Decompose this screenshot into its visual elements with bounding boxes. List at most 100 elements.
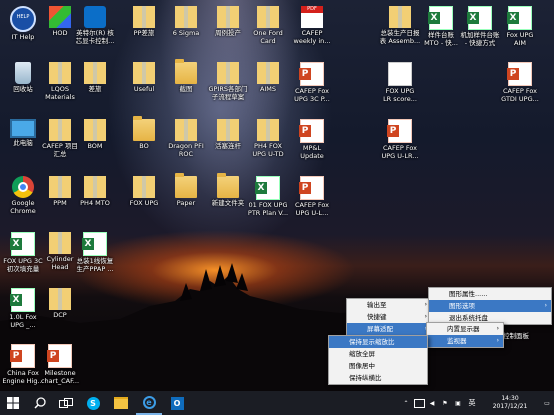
- desktop-icon-label: CAFEP Fox GTDI UPG...: [501, 87, 539, 103]
- folder-icon: [84, 62, 106, 84]
- folder-icon: [175, 59, 197, 84]
- menu-item-graphics-options[interactable]: 图形选项 ›: [429, 300, 551, 312]
- notification-center-button[interactable]: ▭: [540, 391, 554, 415]
- desktop-icon-label: CAFEP Fox UPG U-L...: [295, 201, 329, 217]
- flag-button[interactable]: ⚑: [439, 391, 451, 415]
- chevron-up-icon: ⌃: [403, 399, 409, 407]
- folder-icon: [257, 62, 279, 84]
- folder-icon: [84, 176, 106, 198]
- desktop-icon-label: Fox UPG AIM: [506, 31, 534, 47]
- menu-item-output[interactable]: 输出至 ›: [347, 299, 431, 311]
- display-submenu: 内置显示器 › 监视器 ›: [426, 322, 504, 348]
- excel-file-icon: [467, 6, 492, 30]
- desktop-icon[interactable]: BOM: [68, 115, 122, 171]
- menu-item-fullscreen[interactable]: 缩放全屏: [329, 348, 427, 360]
- recycle-bin-icon: [15, 62, 31, 84]
- menu-item-graphics-properties[interactable]: 图形属性......: [429, 288, 551, 300]
- chevron-right-icon: ›: [496, 337, 499, 344]
- desktop-icon-label: CAFEP Fox UPG U-LR...: [381, 144, 419, 160]
- flag-icon: ⚑: [442, 399, 448, 407]
- desktop-icon[interactable]: CAFEP Fox UPG U-L...: [285, 172, 339, 228]
- xml-file-icon: [388, 62, 412, 86]
- menu-item-monitor[interactable]: 监视器 ›: [427, 335, 503, 347]
- powerpoint-file-icon: [387, 119, 412, 143]
- desktop-icon[interactable]: CAFEP Fox UPG U-LR...: [373, 115, 427, 171]
- tray-overflow-button[interactable]: ⌃: [400, 391, 412, 415]
- start-button[interactable]: [0, 391, 26, 415]
- menu-item-hotkeys[interactable]: 快捷键 ›: [347, 311, 431, 323]
- folder-icon: [217, 6, 239, 28]
- desktop-icon-label: DCP: [53, 311, 67, 319]
- input-method-indicator[interactable]: 英: [466, 391, 478, 415]
- windows-logo-icon: [7, 397, 19, 409]
- search-button[interactable]: [28, 391, 52, 415]
- desktop-icon-label: MP&L Update: [300, 144, 324, 160]
- desktop-icon-label: BOM: [87, 142, 103, 150]
- menu-item-builtin-display[interactable]: 内置显示器 ›: [427, 323, 503, 335]
- chevron-right-icon: ›: [496, 325, 499, 332]
- folder-icon: [84, 119, 106, 141]
- desktop-icon[interactable]: Fox UPG AIM: [493, 2, 547, 58]
- powerpoint-file-icon: [299, 176, 324, 200]
- network-icon: [413, 398, 425, 408]
- folder-icon: [175, 6, 197, 28]
- folder-icon: [257, 119, 279, 141]
- menu-item-keep-scaling[interactable]: ✔ 保持显示缩放比: [329, 336, 427, 348]
- desktop-icon-label: CAFEP weekly in...: [293, 29, 331, 45]
- folder-icon: [389, 6, 411, 28]
- taskbar-app-explorer[interactable]: [108, 391, 134, 415]
- desktop-icon[interactable]: Milestone chart_CAF...: [33, 340, 87, 391]
- desktop-icon[interactable]: FOX UPG LR score...: [373, 58, 427, 114]
- excel-file-icon: [82, 232, 107, 256]
- folder-icon: [133, 176, 155, 198]
- graphics-submenu: 图形属性...... 图形选项 › 退出系统托盘: [428, 287, 552, 325]
- powerpoint-file-icon: [299, 119, 324, 143]
- desktop: IT HelpHOD英特尔(R) 核 芯显卡控制...PP差旅6 Sigma周例…: [0, 0, 554, 391]
- search-icon: [34, 397, 46, 409]
- skype-icon: S: [86, 396, 100, 410]
- monitor-submenu: ✔ 保持显示缩放比 缩放全屏 图像居中 保持纵横比: [328, 335, 428, 385]
- powerpoint-file-icon: [507, 62, 532, 86]
- clock[interactable]: 14:30 2017/12/21: [480, 391, 540, 415]
- taskbar-app-edge[interactable]: e: [136, 391, 162, 415]
- tray-app-icon: ▣: [455, 399, 461, 407]
- powerpoint-file-icon: [10, 344, 35, 368]
- desktop-icon-label: 差旅: [88, 85, 102, 93]
- powerpoint-file-icon: [299, 62, 324, 86]
- tray-app-button[interactable]: ▣: [452, 391, 464, 415]
- desktop-icon[interactable]: 英特尔(R) 核 芯显卡控制...: [68, 2, 122, 58]
- desktop-icon[interactable]: PH4 MTO: [68, 172, 122, 228]
- desktop-icon[interactable]: 差旅: [68, 58, 122, 114]
- taskbar-app-skype[interactable]: S: [80, 391, 106, 415]
- menu-item-keep-aspect[interactable]: 保持纵横比: [329, 372, 427, 384]
- desktop-icon-label: PH4 MTO: [80, 199, 110, 207]
- chevron-right-icon: ›: [424, 301, 427, 308]
- desktop-icon[interactable]: CAFEP weekly in...: [285, 2, 339, 58]
- folder-icon: [217, 173, 239, 198]
- excel-file-icon: [428, 6, 453, 30]
- folder-icon: [133, 116, 155, 141]
- intel-graphics-icon: [84, 6, 106, 28]
- desktop-icon[interactable]: CAFEP Fox GTDI UPG...: [493, 58, 547, 114]
- folder-icon: [175, 173, 197, 198]
- volume-control[interactable]: ◀: [426, 391, 438, 415]
- desktop-icon[interactable]: MP&L Update: [285, 115, 339, 171]
- desktop-icon[interactable]: CAFEP Fox UPG 3C P...: [285, 58, 339, 114]
- network-status[interactable]: [413, 391, 425, 415]
- menu-item-center-image[interactable]: 图像居中: [329, 360, 427, 372]
- taskbar-app-outlook[interactable]: O: [164, 391, 190, 415]
- folder-icon: [175, 119, 197, 141]
- task-view-icon: [59, 397, 73, 408]
- desktop-icon-label: Milestone chart_CAF...: [40, 369, 80, 385]
- excel-file-icon: [255, 176, 280, 200]
- control-panel-label: 控制面板: [503, 332, 529, 340]
- chevron-right-icon: ›: [544, 302, 547, 309]
- desktop-icon-label: 总装1线恢复 生产PPAP ...: [76, 257, 114, 273]
- check-icon: ✔: [335, 338, 341, 346]
- menu-item-screen-fit[interactable]: 屏幕适配›: [347, 323, 431, 335]
- task-view-button[interactable]: [54, 391, 78, 415]
- desktop-icon[interactable]: DCP: [33, 284, 87, 340]
- desktop-icon[interactable]: 总装1线恢复 生产PPAP ...: [68, 228, 122, 284]
- notification-icon: ▭: [544, 399, 550, 407]
- ie-icon: e: [142, 395, 156, 409]
